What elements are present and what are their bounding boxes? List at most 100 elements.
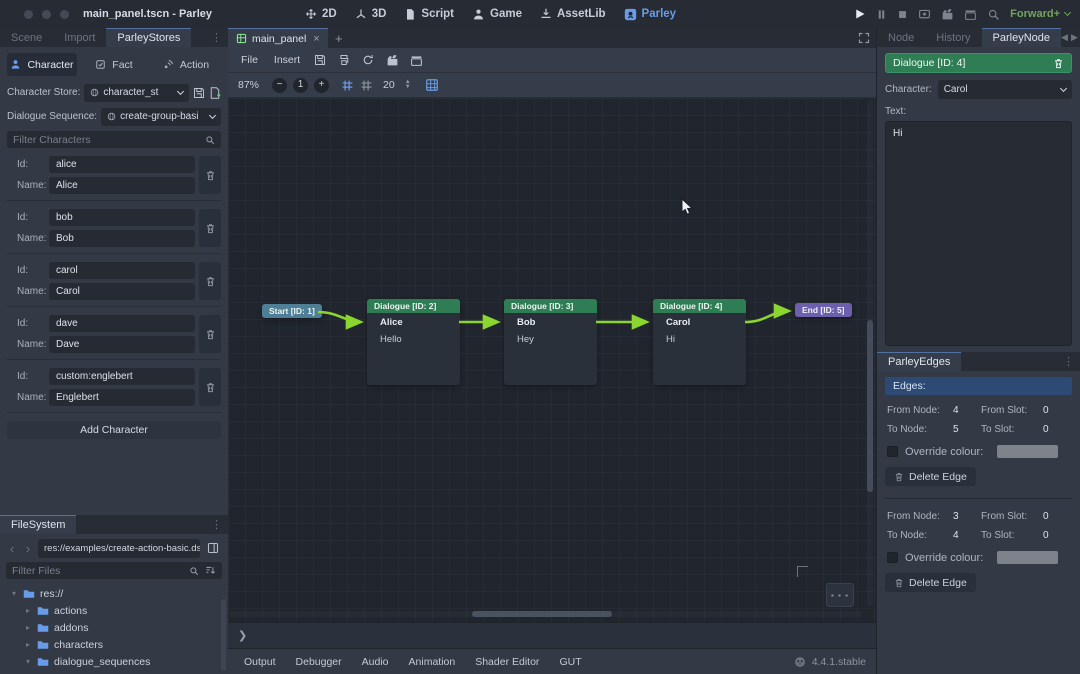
dock-menu-icon[interactable]: ⋮: [1057, 352, 1080, 371]
window-dot-icon[interactable]: [24, 10, 33, 19]
delete-edge-button[interactable]: Delete Edge: [885, 467, 976, 486]
tab-main-panel[interactable]: main_panel ×: [228, 28, 328, 48]
minimap-toggle-icon[interactable]: [425, 78, 439, 92]
graph-node-dialogue-2[interactable]: Dialogue [ID: 2] Alice Hello: [367, 299, 460, 385]
tree-item-characters[interactable]: ▸ characters: [10, 636, 222, 653]
panel-output[interactable]: Output: [236, 653, 284, 671]
graph-node-dialogue-3[interactable]: Dialogue [ID: 3] Bob Hey: [504, 299, 597, 385]
delete-character-button[interactable]: [199, 315, 221, 353]
nav-forward-icon[interactable]: ›: [22, 541, 34, 556]
tree-item-res[interactable]: ▾ res://: [10, 585, 222, 602]
new-store-icon[interactable]: [209, 87, 221, 99]
menu-insert[interactable]: Insert: [267, 52, 307, 68]
panel-debugger[interactable]: Debugger: [288, 653, 350, 671]
menu-file[interactable]: File: [234, 52, 265, 68]
graph-vertical-scrollbar[interactable]: [867, 100, 873, 606]
print-icon[interactable]: [333, 51, 355, 70]
edge-start-to-2[interactable]: [318, 312, 360, 322]
character-name-field[interactable]: Alice: [49, 177, 195, 194]
delete-character-button[interactable]: [199, 262, 221, 300]
dock-menu-icon[interactable]: ⋮: [205, 515, 228, 534]
tab-node[interactable]: Node: [877, 28, 925, 47]
edge-4-to-end[interactable]: [745, 311, 788, 322]
window-dot-icon[interactable]: [42, 10, 51, 19]
snap-distance-stepper[interactable]: ▲▼: [405, 80, 411, 90]
tree-item-dialogue-sequences[interactable]: ▾ dialogue_sequences: [10, 653, 222, 670]
dialogue-graph-canvas[interactable]: Start [ID: 1] Dialogue [ID: 2] Alice Hel…: [228, 98, 876, 622]
workspace-3d[interactable]: 3D: [355, 8, 387, 20]
history-back-icon[interactable]: ◀: [1061, 32, 1068, 43]
character-name-field[interactable]: Bob: [49, 230, 195, 247]
character-name-field[interactable]: Carol: [49, 283, 195, 300]
save-icon[interactable]: [309, 51, 331, 70]
remote-debug-icon[interactable]: [918, 8, 931, 21]
movie-maker-icon[interactable]: [941, 8, 954, 21]
window-controls[interactable]: [24, 10, 69, 19]
split-view-icon[interactable]: [204, 539, 222, 557]
character-id-field[interactable]: alice: [49, 156, 195, 173]
character-id-field[interactable]: dave: [49, 315, 195, 332]
renderer-select[interactable]: Forward+: [1010, 8, 1070, 20]
history-forward-icon[interactable]: ▶: [1071, 32, 1078, 43]
tab-import[interactable]: Import: [53, 28, 106, 47]
test-dialogue-from-node-icon[interactable]: [405, 51, 427, 70]
dock-menu-icon[interactable]: ⋮: [205, 28, 228, 47]
dialogue-text-input[interactable]: Hi: [885, 121, 1072, 346]
character-id-field[interactable]: custom:englebert: [49, 368, 195, 385]
graph-node-start[interactable]: Start [ID: 1]: [262, 304, 322, 318]
refresh-icon[interactable]: [357, 51, 379, 70]
workspace-parley[interactable]: Parley: [624, 8, 677, 21]
window-dot-icon[interactable]: [60, 10, 69, 19]
stop-icon[interactable]: [897, 9, 908, 20]
character-store-select[interactable]: character_st: [84, 84, 189, 102]
panel-shader-editor[interactable]: Shader Editor: [467, 653, 547, 671]
store-tab-character[interactable]: Character: [7, 53, 77, 76]
run-movie-icon[interactable]: [964, 8, 977, 21]
workspace-2d[interactable]: 2D: [305, 8, 337, 20]
dialogue-sequence-select[interactable]: create-group-basi: [101, 108, 221, 126]
profiler-magnifier-icon[interactable]: [987, 8, 1000, 21]
sort-icon[interactable]: [205, 565, 216, 576]
workspace-script[interactable]: Script: [404, 8, 454, 20]
chevron-expanded-icon[interactable]: ▾: [10, 589, 18, 598]
add-character-button[interactable]: Add Character: [7, 421, 221, 439]
tab-filesystem[interactable]: FileSystem: [0, 515, 76, 534]
close-icon[interactable]: ×: [313, 33, 319, 45]
tab-parleynode[interactable]: ParleyNode: [982, 28, 1061, 47]
tab-parleyedges[interactable]: ParleyEdges: [877, 352, 961, 371]
snap-distance-value[interactable]: 20: [379, 79, 399, 91]
tab-parleystores[interactable]: ParleyStores: [106, 28, 191, 47]
toggle-grid-icon[interactable]: [360, 79, 373, 92]
character-name-field[interactable]: Dave: [49, 336, 195, 353]
override-colour-checkbox[interactable]: [887, 552, 898, 563]
chevron-collapsed-icon[interactable]: ▸: [24, 623, 32, 632]
character-id-field[interactable]: carol: [49, 262, 195, 279]
zoom-reset-icon[interactable]: 1: [293, 78, 308, 93]
zoom-in-icon[interactable]: +: [314, 78, 329, 93]
current-path-field[interactable]: res://examples/create-action-basic.ds: [38, 539, 200, 558]
delete-character-button[interactable]: [199, 209, 221, 247]
colour-swatch[interactable]: [997, 445, 1058, 458]
zoom-out-icon[interactable]: −: [272, 78, 287, 93]
chevron-expanded-icon[interactable]: ▾: [24, 657, 32, 666]
pause-icon[interactable]: [876, 9, 887, 20]
tree-item-addons[interactable]: ▸ addons: [10, 619, 222, 636]
chevron-collapsed-icon[interactable]: ▸: [24, 640, 32, 649]
minimap-button[interactable]: ▪ ▪ ▪: [826, 583, 854, 607]
play-icon[interactable]: [854, 8, 866, 20]
delete-character-button[interactable]: [199, 368, 221, 406]
graph-horizontal-scrollbar[interactable]: [230, 611, 862, 617]
filter-characters-input[interactable]: Filter Characters: [7, 131, 221, 148]
tree-item-actions[interactable]: ▸ actions: [10, 602, 222, 619]
panel-gut[interactable]: GUT: [551, 653, 589, 671]
workspace-game[interactable]: Game: [472, 8, 522, 21]
tab-scene[interactable]: Scene: [0, 28, 53, 47]
panel-audio[interactable]: Audio: [354, 653, 397, 671]
filesystem-scrollbar[interactable]: [221, 599, 226, 671]
nav-back-icon[interactable]: ‹: [6, 541, 18, 556]
save-store-icon[interactable]: [193, 87, 205, 99]
bottom-panel-expander[interactable]: ❯: [228, 622, 876, 648]
add-tab-button[interactable]: +: [328, 28, 350, 48]
workspace-assetlib[interactable]: AssetLib: [540, 8, 606, 20]
character-id-field[interactable]: bob: [49, 209, 195, 226]
